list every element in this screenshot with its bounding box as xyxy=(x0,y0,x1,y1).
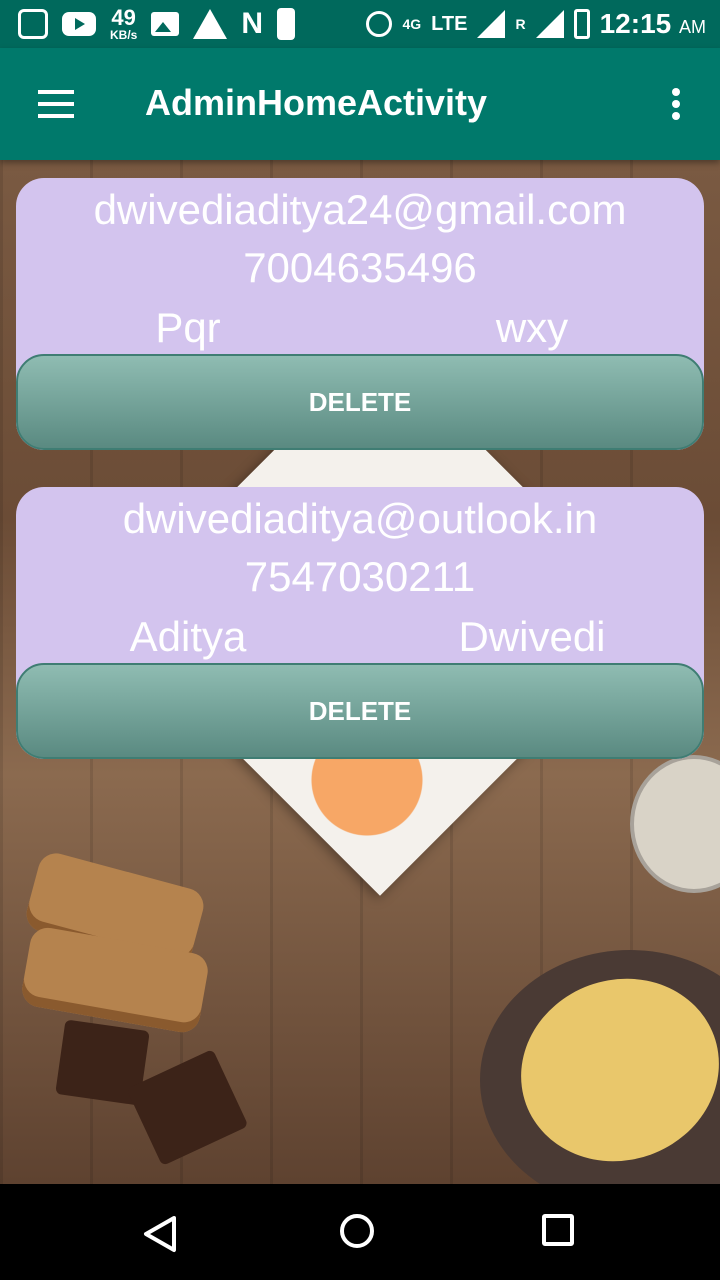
recents-square-icon[interactable] xyxy=(542,1214,582,1254)
user-phone: 7547030211 xyxy=(244,553,476,600)
app-bar: AdminHomeActivity xyxy=(0,48,720,160)
signal-roaming-icon xyxy=(535,10,564,38)
page-title: AdminHomeActivity xyxy=(145,82,488,123)
notification-icons: 49 KB/s N xyxy=(18,5,296,42)
user-card: dwivediaditya24@gmail.com 7004635496 Pqr… xyxy=(16,178,704,450)
user-first-name: Aditya xyxy=(129,613,247,660)
phone-icon xyxy=(277,8,296,40)
content-area: dwivediaditya24@gmail.com 7004635496 Pqr… xyxy=(0,160,720,1184)
delete-button[interactable]: DELETE xyxy=(16,354,704,450)
battery-icon xyxy=(573,9,590,39)
youtube-icon xyxy=(62,12,96,36)
signal-icon xyxy=(477,10,506,38)
lte-label: LTE xyxy=(431,13,468,35)
triangle-app-icon xyxy=(193,9,228,39)
home-circle-icon[interactable] xyxy=(340,1214,380,1254)
user-last-name: Dwivedi xyxy=(458,613,606,660)
n-app-icon: N xyxy=(241,7,264,40)
navigation-bar xyxy=(0,1184,720,1280)
background-bowl-image xyxy=(630,755,720,893)
user-card: dwivediaditya@outlook.in 7547030211 Adit… xyxy=(16,487,704,759)
roaming-label: R xyxy=(515,16,526,32)
volte-4g-label: 4G xyxy=(402,16,422,32)
user-phone: 7004635496 xyxy=(243,244,477,291)
system-icons: 4G LTE R 12:15 AM xyxy=(366,8,706,40)
network-speed: 49 KB/s xyxy=(110,5,138,42)
hamburger-menu-icon[interactable] xyxy=(30,84,82,124)
hotspot-icon xyxy=(366,11,393,37)
back-triangle-icon[interactable] xyxy=(140,1214,180,1254)
clock-time: 12:15 xyxy=(599,8,672,39)
delete-button[interactable]: DELETE xyxy=(16,663,704,759)
gallery-icon xyxy=(151,12,180,36)
clock: 12:15 AM xyxy=(600,8,706,40)
app-notification-icon xyxy=(18,9,48,39)
network-speed-unit: KB/s xyxy=(110,28,138,42)
status-bar: 49 KB/s N 4G LTE R 12:15 AM xyxy=(0,0,720,48)
network-speed-value: 49 xyxy=(111,5,136,30)
user-first-name: Pqr xyxy=(155,304,221,351)
user-email: dwivediaditya@outlook.in xyxy=(122,495,598,542)
more-vert-icon[interactable] xyxy=(660,82,692,126)
user-email: dwivediaditya24@gmail.com xyxy=(93,186,627,233)
clock-ampm: AM xyxy=(679,17,706,37)
user-last-name: wxy xyxy=(495,304,569,351)
